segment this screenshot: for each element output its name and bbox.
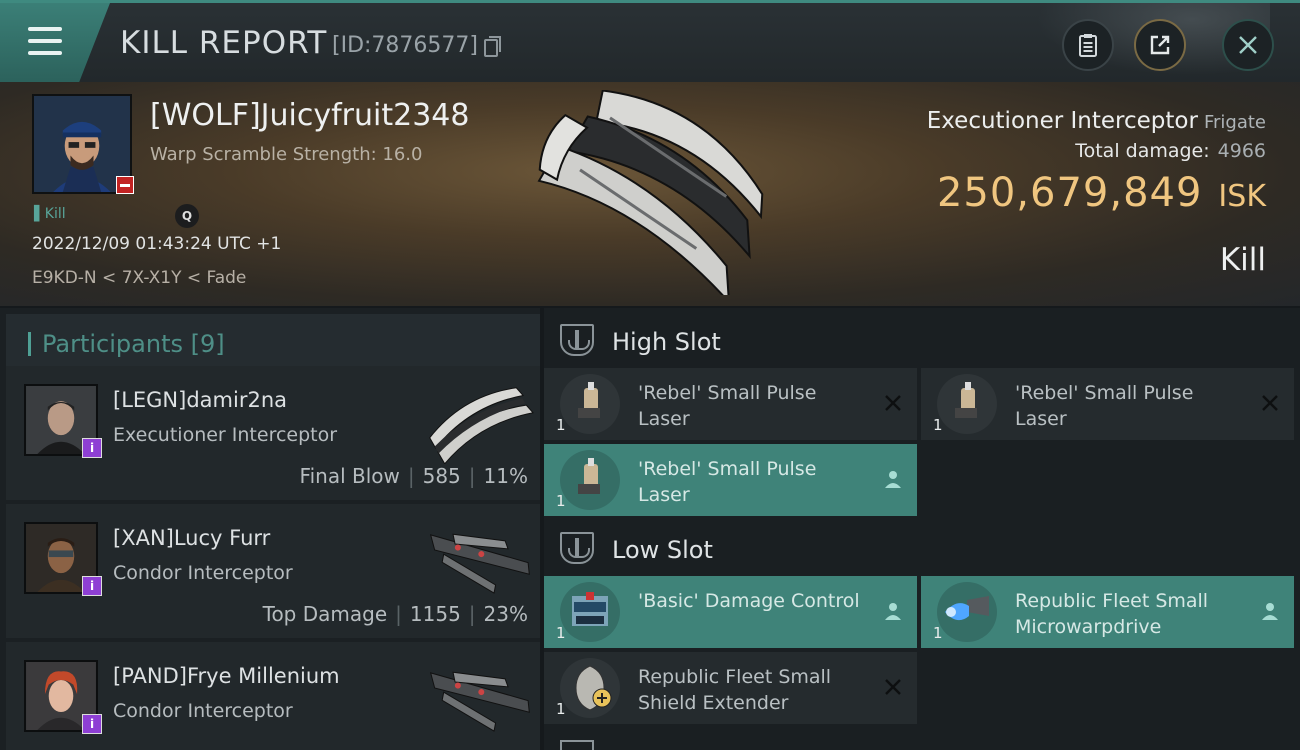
- participant-percent: 11%: [483, 464, 528, 488]
- kill-tag-label: Kill: [44, 206, 66, 222]
- participant-role: Final Blow: [299, 464, 400, 488]
- pulse-laser-icon: [560, 374, 620, 434]
- dropped-person-icon: [885, 471, 901, 488]
- hamburger-menu-icon: [28, 27, 62, 55]
- participant-role: Top Damage: [262, 602, 388, 626]
- slot-icon: [560, 532, 594, 564]
- fitting-panel: High Slot 1 'Rebel' Small Pulse Laser 1 …: [544, 308, 1300, 750]
- share-icon: [1150, 35, 1170, 55]
- dropped-person-icon: [885, 603, 901, 620]
- participant-ship: Condor Interceptor: [113, 700, 293, 722]
- module-quantity: 1: [556, 700, 566, 718]
- participant-name[interactable]: [PAND]Frye Millenium: [113, 664, 340, 688]
- participant-info-badge: i: [82, 714, 102, 734]
- top-bar: KILL REPORT [ID:7876577]: [0, 0, 1300, 85]
- kill-report-id: [ID:7876577]: [332, 33, 478, 58]
- module-item[interactable]: 1 Republic Fleet Small Shield Extender: [544, 652, 917, 724]
- pulse-laser-icon: [937, 374, 997, 434]
- copy-icon[interactable]: [484, 36, 501, 57]
- victim-name[interactable]: [WOLF]Juicyfruit2348: [150, 98, 469, 133]
- victim-banner: [WOLF]Juicyfruit2348 Warp Scramble Stren…: [0, 82, 1300, 306]
- module-name: 'Rebel' Small Pulse Laser: [638, 458, 817, 506]
- module-item[interactable]: 1 'Basic' Damage Control: [544, 576, 917, 648]
- module-name: 'Rebel' Small Pulse Laser: [638, 382, 817, 430]
- module-item[interactable]: 1 'Rebel' Small Pulse Laser: [921, 368, 1294, 440]
- module-quantity: 1: [556, 624, 566, 642]
- clipboard-button[interactable]: [1062, 19, 1114, 71]
- victim-ship-image: [537, 90, 764, 295]
- participant-card[interactable]: i [LEGN]damir2na Executioner Interceptor…: [6, 366, 540, 500]
- total-damage-label: Total damage:: [1075, 140, 1210, 162]
- low-slot-header: Low Slot: [544, 520, 1300, 576]
- total-damage: Total damage: 4966: [1075, 140, 1266, 162]
- participant-percent: 23%: [483, 602, 528, 626]
- microwarpdrive-icon: [937, 582, 997, 642]
- search-icon[interactable]: Q: [175, 204, 199, 228]
- pulse-laser-icon: [560, 450, 620, 510]
- isk-unit: ISK: [1218, 179, 1266, 214]
- dropped-person-icon: [1262, 603, 1278, 620]
- participants-title-label: Participants: [42, 330, 183, 358]
- participant-ship-image: [429, 387, 534, 464]
- damage-control-icon: [560, 582, 620, 642]
- participants-title: Participants [9]: [42, 330, 225, 358]
- slot-icon: [560, 324, 594, 356]
- high-slot-title: High Slot: [612, 328, 721, 356]
- participant-info-badge: i: [82, 438, 102, 458]
- participant-card[interactable]: i [XAN]Lucy Furr Condor Interceptor Top …: [6, 504, 540, 638]
- victim-ship-class: Frigate: [1203, 112, 1266, 133]
- page-title: KILL REPORT: [120, 25, 328, 61]
- kill-result: Kill: [1219, 242, 1266, 278]
- participants-header[interactable]: Participants [9]: [6, 314, 540, 372]
- total-damage-value: 4966: [1217, 140, 1266, 162]
- participants-header-accent: [28, 332, 31, 356]
- participant-ship: Executioner Interceptor: [113, 424, 338, 446]
- participant-info-badge: i: [82, 576, 102, 596]
- victim-ship-type: Executioner Interceptor: [926, 108, 1198, 134]
- participants-count: [9]: [190, 330, 225, 358]
- module-name: 'Rebel' Small Pulse Laser: [1015, 382, 1194, 430]
- module-quantity: 1: [933, 624, 943, 642]
- isk-value-line: 250,679,849 ISK: [937, 170, 1266, 216]
- destroyed-x-icon: [885, 679, 901, 695]
- kill-timestamp: 2022/12/09 01:43:24 UTC +1: [32, 234, 282, 254]
- module-item[interactable]: 1 'Rebel' Small Pulse Laser: [544, 368, 917, 440]
- next-slot-header-peek: [544, 738, 1300, 750]
- destroyed-x-icon: [1262, 395, 1278, 411]
- module-name: 'Basic' Damage Control: [638, 590, 860, 612]
- kill-tag: ▌Kill: [34, 206, 66, 222]
- warp-scramble-strength: Warp Scramble Strength: 16.0: [150, 144, 423, 165]
- participant-stats: Final Blow | 585 | 11%: [299, 464, 528, 488]
- participant-ship-image: [429, 671, 530, 732]
- module-quantity: 1: [933, 416, 943, 434]
- corp-badge: [116, 176, 134, 194]
- participant-ship: Condor Interceptor: [113, 562, 293, 584]
- high-slot-header: High Slot: [544, 312, 1300, 368]
- participants-panel: Participants [9] i [LEGN]damir2na Execut…: [0, 308, 540, 750]
- module-item[interactable]: 1 Republic Fleet Small Microwarpdrive: [921, 576, 1294, 648]
- participant-damage: 1155: [409, 602, 461, 626]
- participant-stats: Top Damage | 1155 | 23%: [262, 602, 528, 626]
- destroyed-x-icon: [885, 395, 901, 411]
- menu-button[interactable]: [0, 3, 110, 82]
- share-button[interactable]: [1134, 19, 1186, 71]
- participant-ship-image: [429, 533, 530, 594]
- close-icon: [1239, 36, 1257, 54]
- clipboard-icon: [1079, 34, 1097, 57]
- shield-extender-icon: [560, 658, 620, 718]
- module-quantity: 1: [556, 492, 566, 510]
- participant-name[interactable]: [LEGN]damir2na: [113, 388, 287, 412]
- module-name: Republic Fleet Small Microwarpdrive: [1015, 590, 1209, 638]
- module-quantity: 1: [556, 416, 566, 434]
- close-button[interactable]: [1222, 19, 1274, 71]
- kill-location[interactable]: E9KD-N < 7X-X1Y < Fade: [32, 268, 246, 288]
- participant-card[interactable]: i [PAND]Frye Millenium Condor Intercepto…: [6, 642, 540, 750]
- module-item[interactable]: 1 'Rebel' Small Pulse Laser: [544, 444, 917, 516]
- participant-damage: 585: [422, 464, 461, 488]
- participant-name[interactable]: [XAN]Lucy Furr: [113, 526, 270, 550]
- isk-value: 250,679,849: [936, 170, 1203, 216]
- victim-ship-name[interactable]: Executioner Interceptor Frigate: [927, 108, 1266, 134]
- module-name: Republic Fleet Small Shield Extender: [638, 666, 832, 714]
- low-slot-title: Low Slot: [612, 536, 713, 564]
